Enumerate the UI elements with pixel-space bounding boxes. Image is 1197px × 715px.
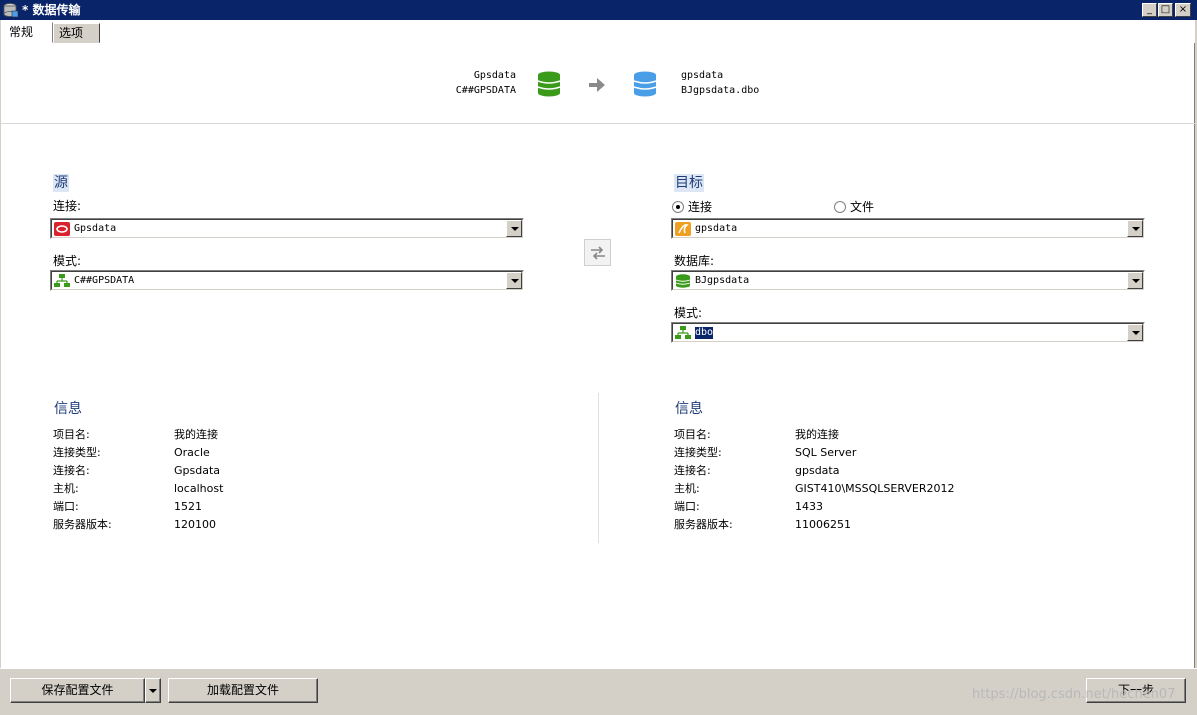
source-connection-select[interactable]: Gpsdata [50, 218, 524, 239]
source-info-title: 信息 [54, 401, 82, 417]
chevron-down-icon [149, 689, 157, 693]
info-key: 连接名: [53, 464, 90, 477]
swap-button[interactable] [584, 239, 611, 266]
info-key: 服务器版本: [674, 518, 733, 531]
chevron-down-icon[interactable] [1127, 324, 1143, 341]
header-target-schema: BJgpsdata.dbo [681, 85, 760, 96]
info-value: 1433 [795, 500, 823, 513]
source-section-title: 源 [53, 174, 69, 192]
target-connection-value: gpsdata [695, 223, 738, 234]
minimize-button[interactable]: _ [1142, 3, 1157, 17]
info-value: Oracle [174, 446, 210, 459]
info-key: 主机: [53, 482, 79, 495]
header-target: gpsdata BJgpsdata.dbo [681, 68, 801, 98]
tab-general[interactable]: 常规 [3, 22, 53, 43]
arrow-right-icon [589, 78, 605, 92]
target-file-radio-label[interactable]: 文件 [850, 200, 874, 214]
info-key: 连接类型: [674, 446, 722, 459]
info-value: localhost [174, 482, 224, 495]
target-connection-select[interactable]: gpsdata [671, 218, 1145, 239]
info-value: 120100 [174, 518, 216, 531]
info-key: 项目名: [674, 428, 711, 441]
info-value: GIST410\MSSQLSERVER2012 [795, 482, 955, 495]
tab-strip: 常规 选项 [1, 20, 1195, 43]
info-key: 项目名: [53, 428, 90, 441]
info-key: 服务器版本: [53, 518, 112, 531]
save-profile-dropdown-button[interactable] [145, 678, 161, 703]
oracle-database-icon [537, 71, 561, 97]
info-key: 端口: [53, 500, 79, 513]
info-divider [598, 393, 599, 543]
target-connection-radio[interactable] [672, 201, 684, 213]
close-button[interactable]: × [1175, 3, 1191, 17]
info-value: Gpsdata [174, 464, 221, 477]
source-info-values: 我的连接 Oracle Gpsdata localhost 1521 12010… [174, 426, 223, 534]
target-info-list: 项目名: 连接类型: 连接名: 主机: 端口: 服务器版本: [674, 426, 733, 534]
header-source-name: Gpsdata [473, 70, 516, 81]
info-value: gpsdata [795, 464, 840, 477]
sqlserver-icon [675, 222, 691, 236]
target-database-select[interactable]: BJgpsdata [671, 270, 1145, 291]
window-title: * 数据传输 [22, 3, 81, 17]
swap-arrows-icon [591, 246, 605, 260]
header-target-name: gpsdata [681, 70, 724, 81]
database-icon [3, 3, 19, 18]
info-value: 我的连接 [174, 428, 218, 441]
target-schema-value: dbo [695, 327, 714, 339]
info-key: 端口: [674, 500, 700, 513]
schema-icon [675, 326, 691, 339]
chevron-down-icon[interactable] [506, 220, 522, 237]
schema-icon [54, 274, 70, 287]
title-bar: * 数据传输 _ □ × [0, 0, 1197, 20]
database-icon [675, 274, 691, 288]
source-connection-value: Gpsdata [74, 223, 117, 234]
source-info-list: 项目名: 连接类型: 连接名: 主机: 端口: 服务器版本: [53, 426, 112, 534]
target-section-title: 目标 [674, 174, 704, 192]
watermark: https://blog.csdn.net/hechen07 [972, 687, 1176, 702]
info-value: 11006251 [795, 518, 851, 531]
load-profile-button[interactable]: 加载配置文件 [168, 678, 318, 703]
info-value: 我的连接 [795, 428, 839, 441]
oracle-icon [54, 222, 70, 236]
source-schema-select[interactable]: C##GPSDATA [50, 270, 524, 291]
source-schema-value: C##GPSDATA [74, 275, 135, 286]
header-source: Gpsdata C##GPSDATA [420, 68, 516, 98]
target-schema-label: 模式: [674, 306, 703, 320]
chevron-down-icon[interactable] [1127, 220, 1143, 237]
maximize-button[interactable]: □ [1158, 3, 1173, 17]
target-database-label: 数据库: [674, 254, 715, 268]
info-key: 主机: [674, 482, 700, 495]
sqlserver-database-icon [633, 71, 657, 97]
source-connection-label: 连接: [53, 199, 82, 213]
chevron-down-icon[interactable] [1127, 272, 1143, 289]
info-key: 连接类型: [53, 446, 101, 459]
target-schema-select[interactable]: dbo [671, 322, 1145, 343]
tab-options[interactable]: 选项 [53, 23, 100, 43]
save-profile-button[interactable]: 保存配置文件 [10, 678, 145, 703]
header-divider [1, 123, 1195, 124]
chevron-down-icon[interactable] [506, 272, 522, 289]
target-info-values: 我的连接 SQL Server gpsdata GIST410\MSSQLSER… [795, 426, 955, 534]
target-connection-radio-label[interactable]: 连接 [688, 200, 712, 214]
header-source-schema: C##GPSDATA [455, 85, 516, 96]
source-schema-label: 模式: [53, 254, 82, 268]
info-value: SQL Server [795, 446, 857, 459]
target-file-radio[interactable] [834, 201, 846, 213]
target-info-title: 信息 [675, 401, 703, 417]
info-key: 连接名: [674, 464, 711, 477]
info-value: 1521 [174, 500, 202, 513]
dialog-body [1, 20, 1195, 668]
target-database-value: BJgpsdata [695, 275, 750, 286]
